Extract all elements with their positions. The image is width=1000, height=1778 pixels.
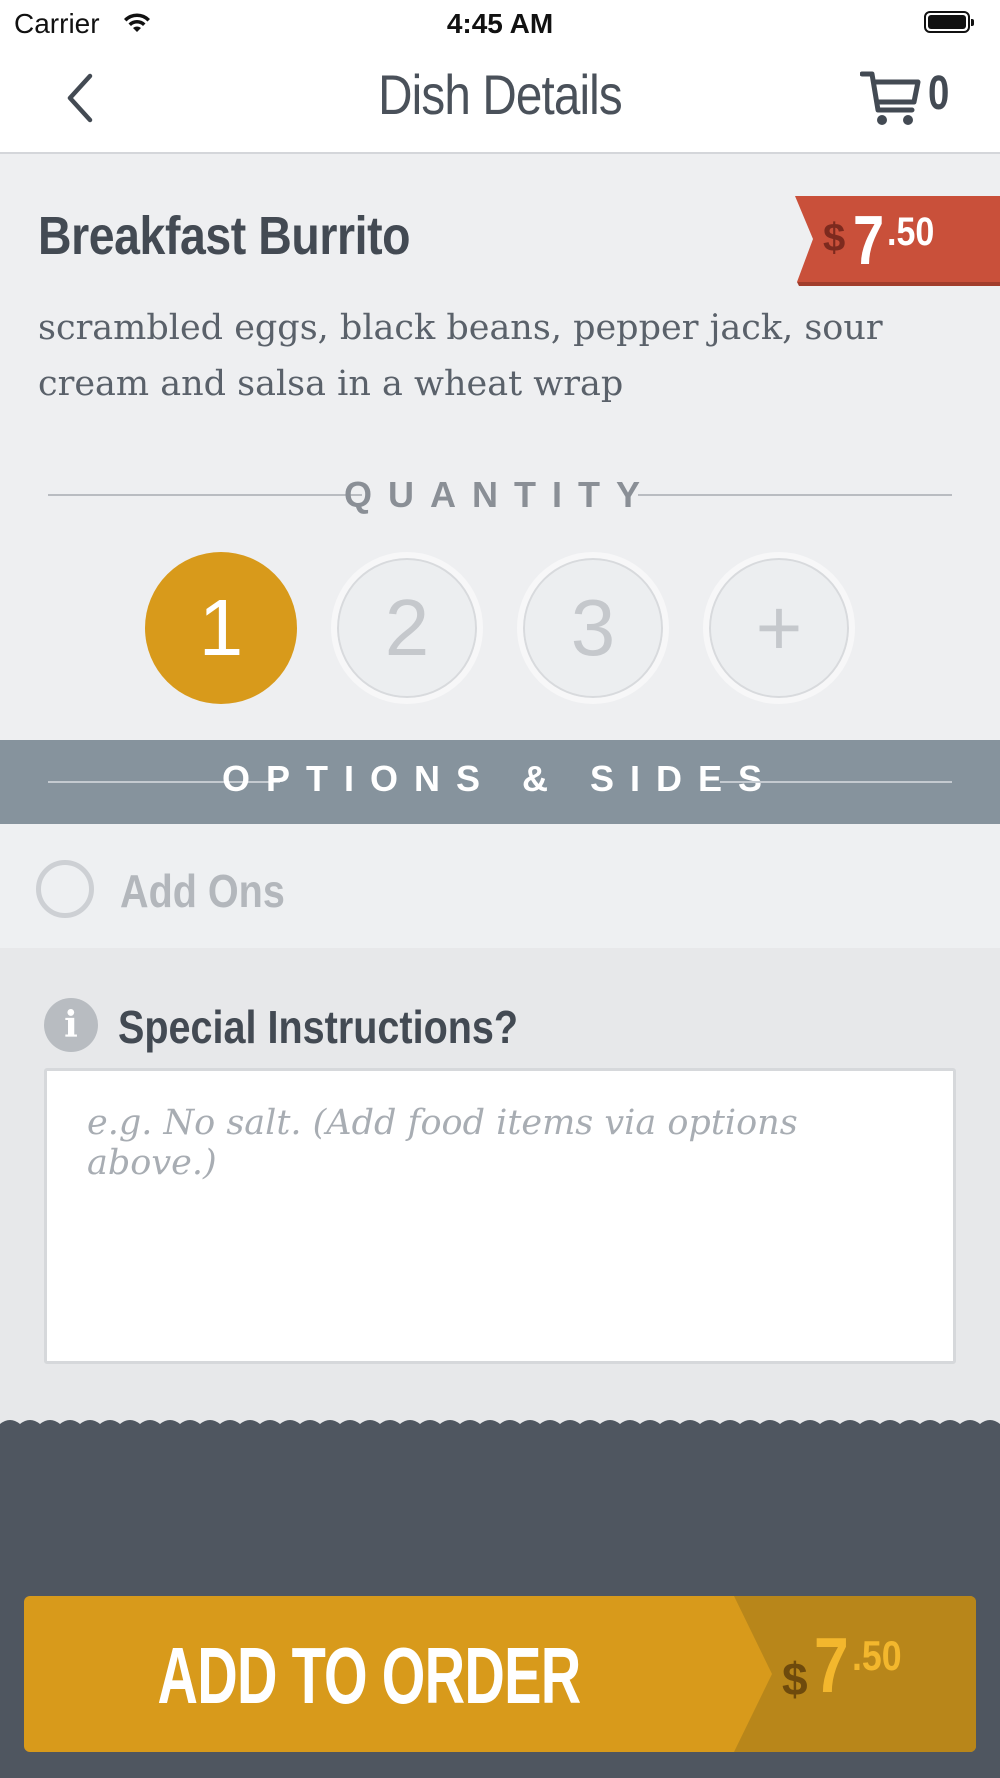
add-to-order-button[interactable]: ADD TO ORDER $ 7 .50 (24, 1596, 976, 1752)
quantity-option-2[interactable]: 2 (331, 552, 483, 704)
cart-icon[interactable] (860, 66, 922, 130)
battery-icon (924, 11, 974, 33)
info-icon: i (44, 998, 98, 1052)
special-instructions-label: Special Instructions? (118, 1001, 519, 1053)
price-dollars: 7 (853, 201, 885, 279)
divider-line (720, 781, 952, 783)
cart-count[interactable]: 0 (928, 66, 949, 121)
price-currency: $ (823, 216, 846, 260)
wave-edge (0, 1420, 1000, 1432)
clock: 4:45 AM (446, 8, 554, 39)
add-button-cents: .50 (852, 1632, 902, 1679)
options-label: OPTIONS & SIDES (221, 758, 779, 799)
add-to-order-label: ADD TO ORDER (157, 1631, 581, 1720)
add-button-dollars: 7 (814, 1621, 849, 1709)
options-header: OPTIONS & SIDES (0, 740, 1000, 824)
quantity-option-1[interactable]: 1 (145, 552, 297, 704)
page-title: Dish Details (378, 63, 623, 126)
status-bar: Carrier 4:45 AM (0, 0, 1000, 50)
special-instructions-input[interactable] (44, 1068, 956, 1364)
add-button-currency: $ (782, 1653, 808, 1705)
add-ons-radio[interactable] (36, 860, 94, 918)
footer: ADD TO ORDER $ 7 .50 (0, 1420, 1000, 1778)
price-cents: .50 (887, 210, 935, 254)
add-ons-option[interactable]: Add Ons (0, 824, 1000, 948)
dish-description: scrambled eggs, black beans, pepper jack… (38, 308, 883, 404)
quantity-option-3[interactable]: 3 (517, 552, 669, 704)
nav-bar: Dish Details 0 (0, 50, 1000, 154)
divider-line (638, 494, 952, 496)
quantity-more-button[interactable]: + (703, 552, 855, 704)
add-ons-label: Add Ons (120, 865, 285, 917)
dish-name: Breakfast Burrito (38, 206, 411, 266)
price-tag: $ 7 .50 (795, 196, 1000, 286)
special-instructions-section: i Special Instructions? (0, 948, 1000, 1428)
